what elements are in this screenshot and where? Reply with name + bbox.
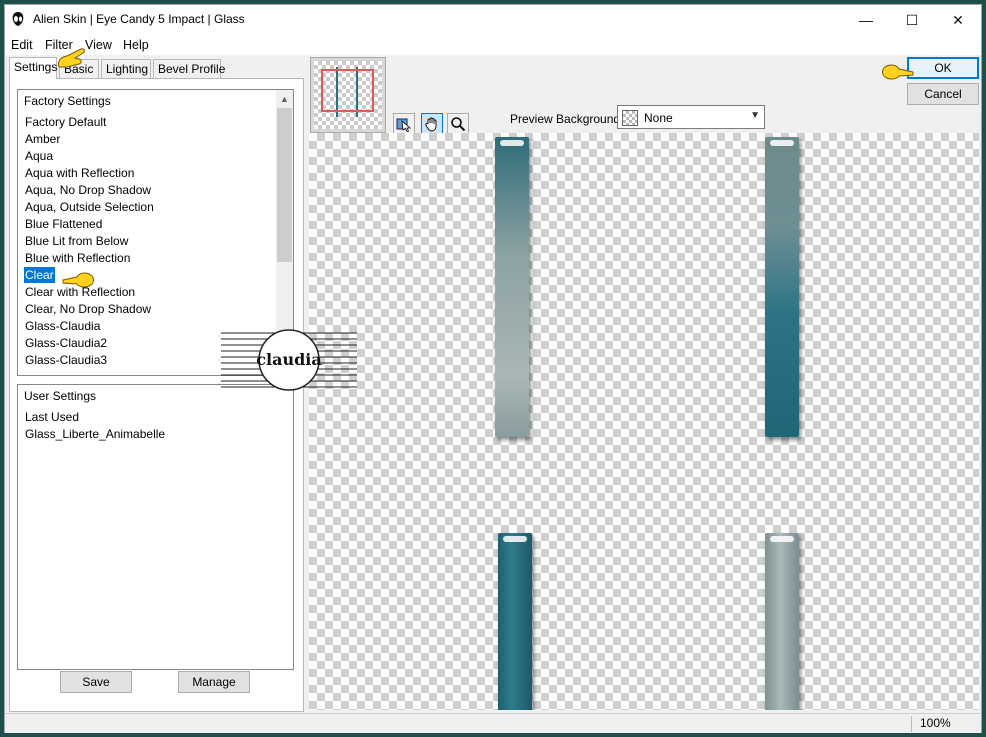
magnifier-icon <box>451 117 466 132</box>
hand-tool[interactable] <box>421 113 443 135</box>
list-item[interactable]: Glass-Claudia2 <box>24 335 108 351</box>
compare-icon <box>396 118 412 132</box>
close-button[interactable]: ✕ <box>935 5 981 35</box>
pointer-hand-icon <box>58 48 85 68</box>
preview-background-value: None <box>644 111 673 125</box>
app-icon <box>12 12 24 26</box>
list-item[interactable]: Factory Default <box>24 114 107 130</box>
list-item[interactable]: Aqua, No Drop Shadow <box>24 182 152 198</box>
list-item[interactable]: Aqua with Reflection <box>24 165 135 181</box>
title-bar: Alien Skin | Eye Candy 5 Impact | Glass … <box>5 5 981 35</box>
pointer-hand-icon <box>882 64 914 80</box>
menu-view[interactable]: View <box>85 38 112 52</box>
preview-background-select[interactable]: None ▼ <box>617 105 765 129</box>
transparent-swatch-icon <box>622 110 638 126</box>
tab-lighting[interactable]: Lighting <box>101 59 151 78</box>
navigator-thumbnail[interactable] <box>310 57 386 133</box>
list-item[interactable]: Aqua, Outside Selection <box>24 199 155 215</box>
status-bar: 100% <box>5 713 981 733</box>
list-item[interactable]: Amber <box>24 131 61 147</box>
glass-bar <box>495 137 529 437</box>
save-button[interactable]: Save <box>60 671 132 693</box>
preview-canvas[interactable] <box>309 133 979 710</box>
pointer-hand-icon <box>62 272 94 288</box>
ok-button[interactable]: OK <box>907 57 979 79</box>
menu-edit[interactable]: Edit <box>11 38 33 52</box>
glass-bar <box>765 533 799 710</box>
zoom-level: 100% <box>911 716 975 732</box>
watermark-text: claudia <box>256 350 321 369</box>
list-item[interactable]: Clear, No Drop Shadow <box>24 301 152 317</box>
zoom-tool[interactable] <box>447 113 469 135</box>
eye-candy-window: Alien Skin | Eye Candy 5 Impact | Glass … <box>4 4 982 733</box>
glass-bar <box>765 137 799 437</box>
tab-settings[interactable]: Settings <box>9 57 57 79</box>
list-item[interactable]: Blue with Reflection <box>24 250 131 266</box>
list-item[interactable]: Glass-Claudia <box>24 318 101 334</box>
user-settings-header: User Settings <box>24 389 97 403</box>
glass-bar <box>498 533 532 710</box>
list-item[interactable]: Blue Lit from Below <box>24 233 129 249</box>
list-item-selected[interactable]: Clear <box>24 267 55 283</box>
menu-help[interactable]: Help <box>123 38 149 52</box>
maximize-button[interactable]: ☐ <box>889 5 935 35</box>
scroll-up-icon[interactable]: ▲ <box>276 90 293 107</box>
navigator-viewport[interactable] <box>321 69 374 112</box>
list-item[interactable]: Glass-Claudia3 <box>24 352 108 368</box>
list-item[interactable]: Aqua <box>24 148 54 164</box>
list-item[interactable]: Last Used <box>24 409 80 425</box>
preview-background-label: Preview Background: <box>510 112 624 126</box>
navigator-preview <box>314 61 382 129</box>
tab-bevel-profile[interactable]: Bevel Profile <box>153 59 225 78</box>
factory-settings-header: Factory Settings <box>24 94 111 108</box>
list-item[interactable]: Glass_Liberte_Animabelle <box>24 426 166 442</box>
chevron-down-icon: ▼ <box>750 110 760 121</box>
scroll-thumb[interactable] <box>277 108 292 262</box>
hand-icon <box>425 117 437 132</box>
preview-compare-tool[interactable] <box>393 113 415 135</box>
menu-bar: Edit Filter View Help <box>5 35 981 55</box>
cancel-button[interactable]: Cancel <box>907 83 979 105</box>
minimize-button[interactable]: — <box>843 5 889 35</box>
window-title: Alien Skin | Eye Candy 5 Impact | Glass <box>33 12 245 26</box>
manage-button[interactable]: Manage <box>178 671 250 693</box>
claudia-watermark: claudia <box>221 329 357 391</box>
list-item[interactable]: Blue Flattened <box>24 216 103 232</box>
user-settings-list[interactable]: User Settings Last Used Glass_Liberte_An… <box>17 384 294 670</box>
